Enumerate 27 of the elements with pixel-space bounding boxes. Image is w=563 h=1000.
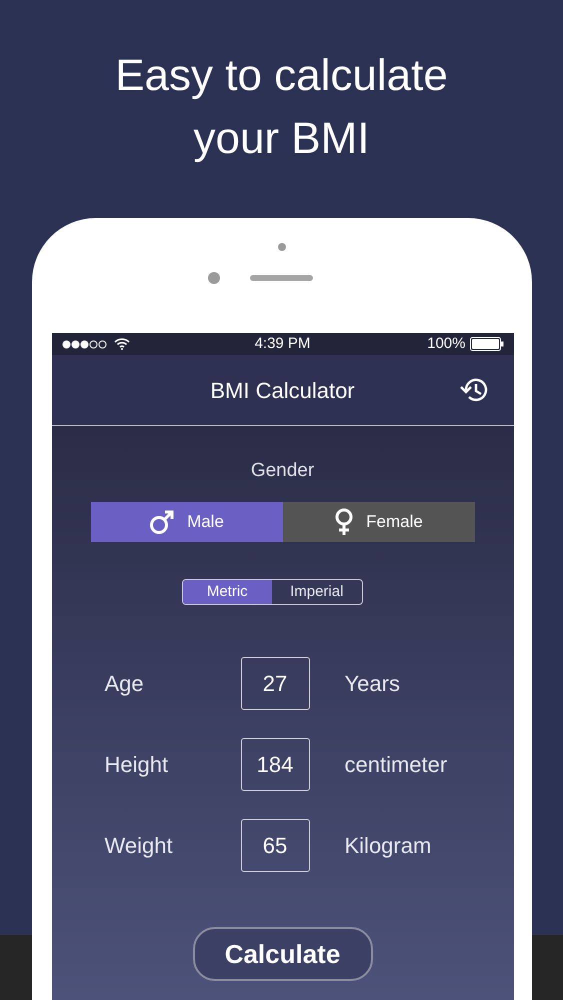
unit-label: Kilogram xyxy=(344,832,432,860)
female-symbol-icon xyxy=(334,508,354,536)
wifi-icon xyxy=(114,338,130,350)
input-field[interactable]: 65 xyxy=(240,819,310,872)
battery-percent: 100% xyxy=(427,334,466,354)
unit-label: centimeter xyxy=(344,751,448,779)
screen-title: BMI Calculator xyxy=(210,376,355,404)
gender-label: Gender xyxy=(250,460,316,482)
field-label: Height xyxy=(104,751,170,779)
headline-text: Easy to calculate xyxy=(115,50,448,102)
headline-text: your BMI xyxy=(193,113,370,165)
unit-tab[interactable]: Imperial xyxy=(272,580,362,604)
unit-tab[interactable]: Metric xyxy=(182,580,272,604)
status-time: 4:39 PM xyxy=(254,334,312,354)
field-label: Weight xyxy=(104,832,174,860)
calculate-button[interactable]: Calculate xyxy=(192,927,372,981)
input-field[interactable]: 27 xyxy=(240,657,310,710)
gender-tab[interactable]: Female xyxy=(282,502,474,542)
signal-icon xyxy=(62,340,108,348)
input-field[interactable]: 184 xyxy=(240,738,310,791)
field-label: Age xyxy=(104,670,145,698)
gender-tab[interactable]: Male xyxy=(90,502,282,542)
unit-label: Years xyxy=(344,670,400,698)
speaker-slot xyxy=(250,275,312,281)
battery-icon xyxy=(470,337,504,351)
male-symbol-icon xyxy=(149,509,176,535)
history-icon[interactable] xyxy=(460,376,490,404)
